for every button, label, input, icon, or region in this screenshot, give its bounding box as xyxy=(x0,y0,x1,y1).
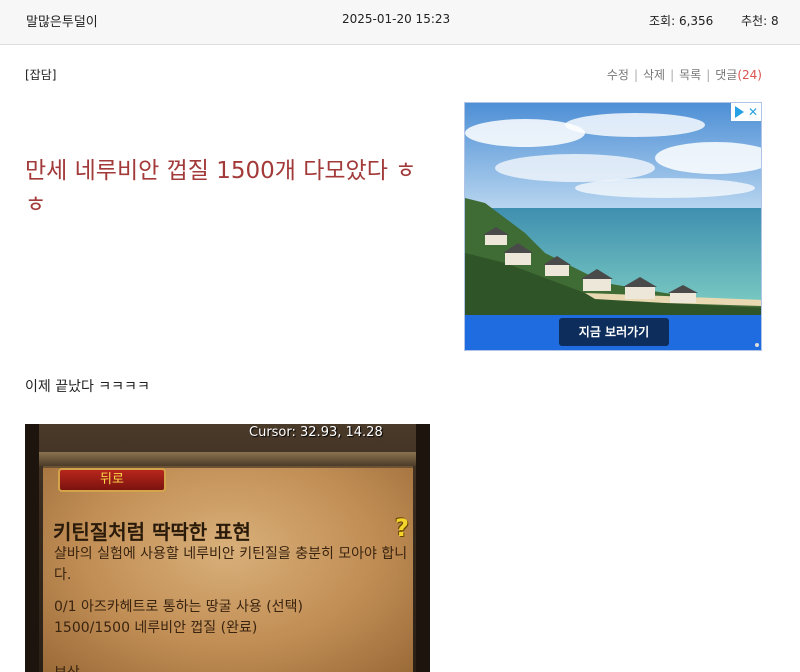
separator: | xyxy=(706,68,711,82)
post-body: 이제 끝났다 ㅋㅋㅋㅋ xyxy=(25,379,150,395)
frame-border-left xyxy=(25,424,39,672)
recommend-count: 추천: 8 xyxy=(741,14,779,28)
post-datetime: 2025-01-20 15:23 xyxy=(342,12,451,26)
view-count: 조회: 6,356 xyxy=(649,14,714,28)
separator: | xyxy=(670,68,675,82)
ad-banner[interactable]: ✕ 지금 보러가기 xyxy=(464,102,762,351)
quest-description: 샬바의 실험에 사용할 네루비안 키틴질을 충분히 모아야 합니다. xyxy=(54,546,408,583)
ad-corner-dot xyxy=(755,343,759,347)
comment-count: (24) xyxy=(737,68,762,82)
list-link[interactable]: 목록 xyxy=(679,68,701,82)
adchoices-badge[interactable]: ✕ xyxy=(731,103,761,121)
separator: | xyxy=(633,68,638,82)
quest-title: 키틴질처럼 딱딱한 표현 xyxy=(53,520,251,544)
post-header-bar: 말많은투덜이 2025-01-20 15:23 조회: 6,356 추천: 8 xyxy=(0,0,800,45)
post-category: [잡담] xyxy=(25,68,57,82)
frame-ornament xyxy=(39,452,416,466)
back-button: 뒤로 xyxy=(58,468,166,492)
game-screenshot: Cursor: 32.93, 14.28 뒤로 키틴질처럼 딱딱한 표현 ? 샬… xyxy=(25,424,430,672)
cursor-readout: Cursor: 32.93, 14.28 xyxy=(249,425,383,440)
edit-link[interactable]: 수정 xyxy=(607,68,629,82)
adchoices-triangle-icon xyxy=(735,106,744,118)
delete-link[interactable]: 삭제 xyxy=(643,68,665,82)
quest-objective: 0/1 아즈카헤트로 통하는 땅굴 사용 (선택) xyxy=(54,599,303,615)
comments-link[interactable]: 댓글(24) xyxy=(715,68,762,82)
post-actions: 수정 | 삭제 | 목록 | 댓글(24) xyxy=(607,66,762,83)
quest-more: 보상 xyxy=(54,662,80,672)
ad-image xyxy=(465,103,761,315)
question-mark-icon: ? xyxy=(395,514,409,542)
frame-border-right xyxy=(416,424,430,672)
close-icon[interactable]: ✕ xyxy=(748,103,758,121)
quest-objective: 1500/1500 네루비안 껍질 (완료) xyxy=(54,620,258,636)
author-name[interactable]: 말많은투덜이 xyxy=(26,11,98,30)
post-title: 만세 네루비안 껍질 1500개 다모았다 ㅎㅎ xyxy=(25,158,417,218)
ad-cta-button[interactable]: 지금 보러가기 xyxy=(559,318,669,346)
comments-label: 댓글 xyxy=(715,68,738,82)
